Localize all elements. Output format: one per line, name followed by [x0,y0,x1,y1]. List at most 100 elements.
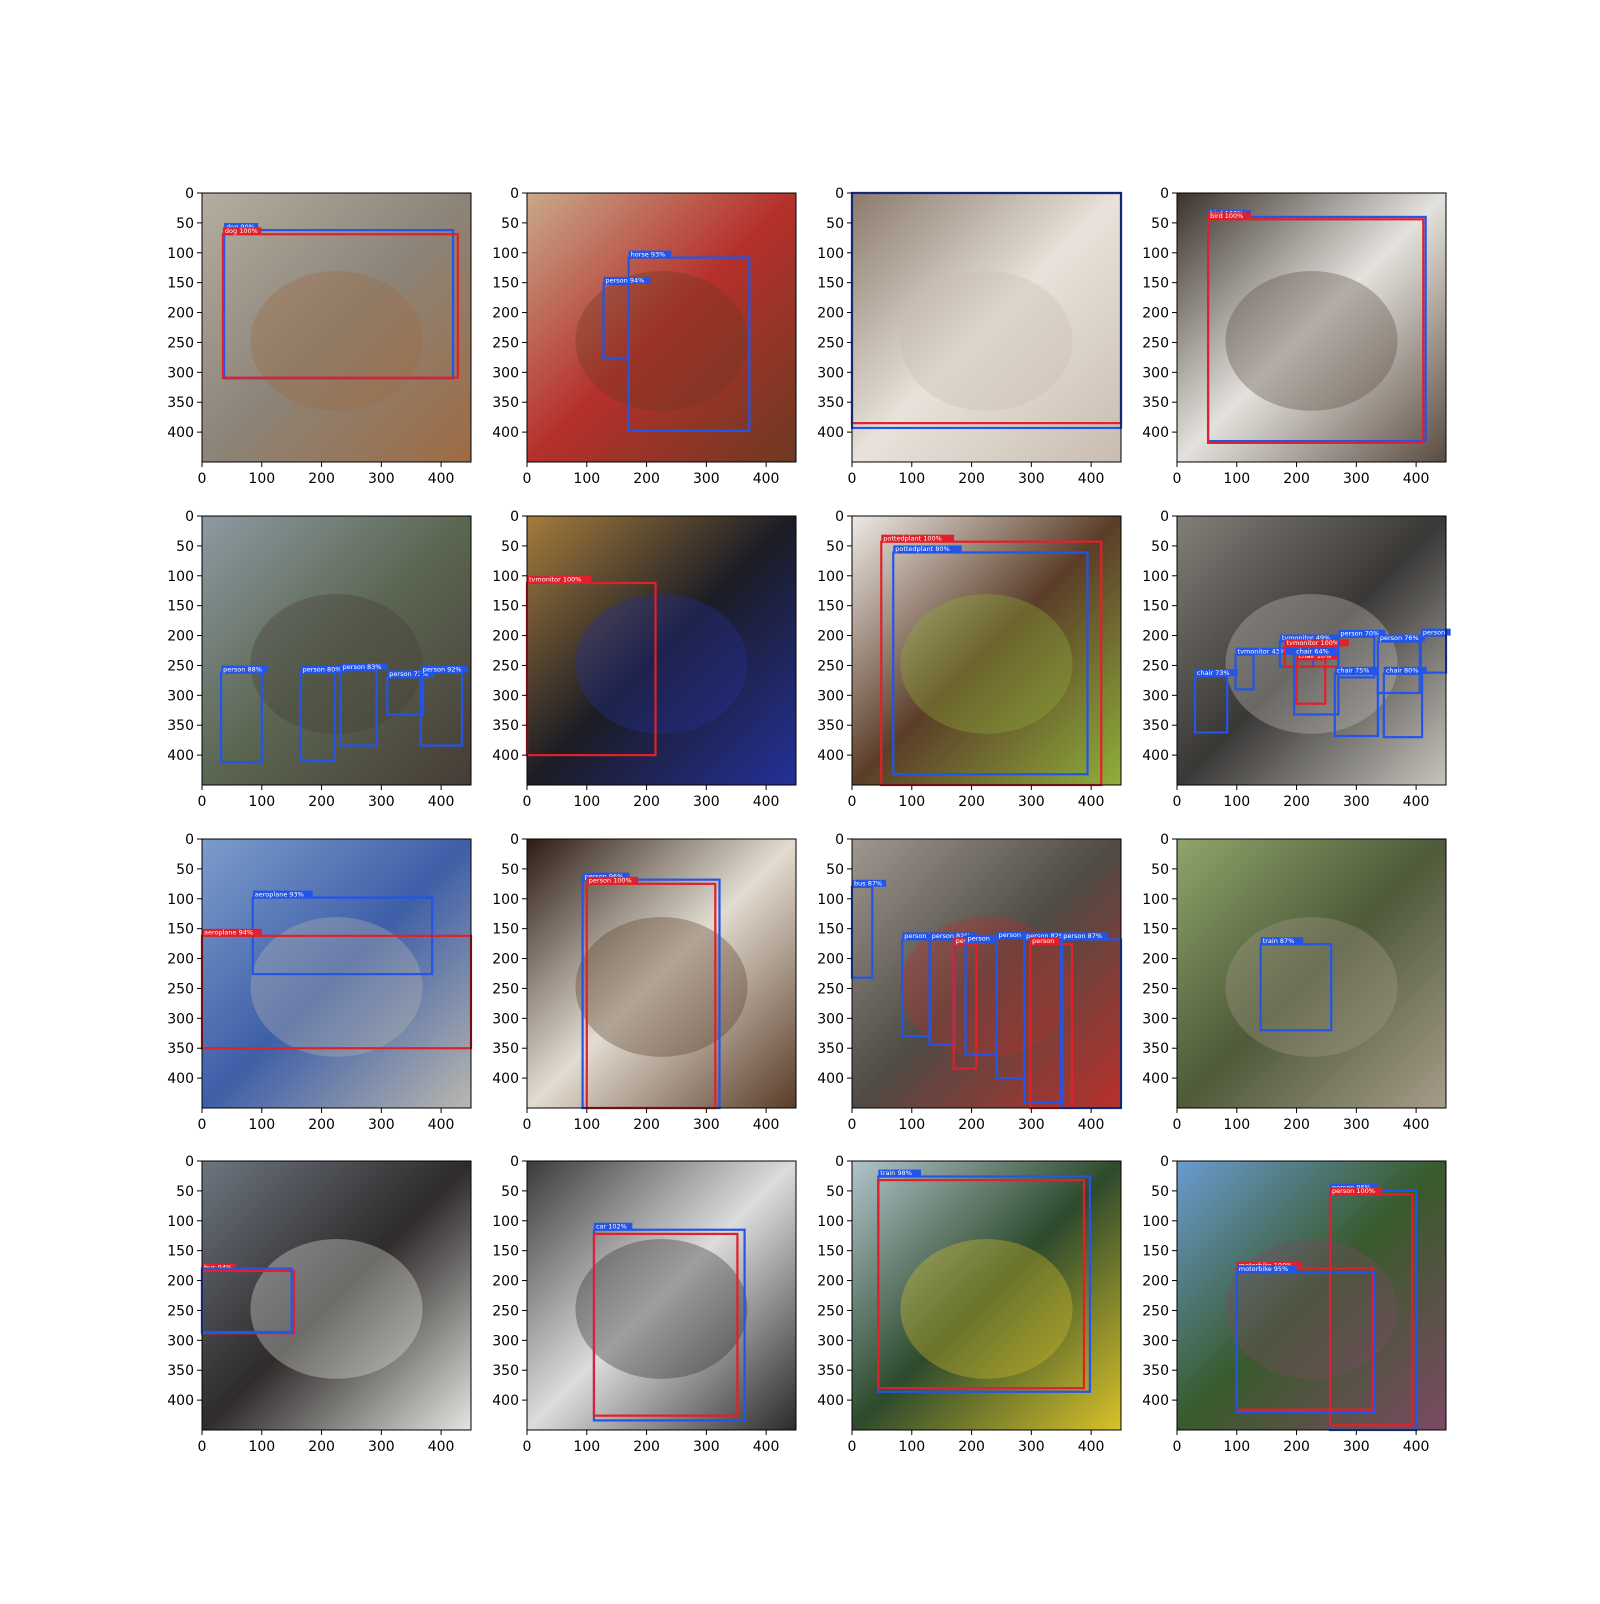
panel-8: chair 73%tvmonitor 43%tvmonitor 49%tvmon… [1142,509,1451,810]
x-tick-label: 0 [1173,1439,1182,1455]
y-tick-label: 50 [1151,1184,1169,1200]
photo-subject [1225,594,1398,734]
y-tick-label: 250 [492,335,519,351]
y-tick-label: 150 [167,1244,194,1260]
x-tick-label: 200 [308,794,335,810]
y-tick-label: 100 [167,246,194,262]
x-tick-label: 0 [848,794,857,810]
y-tick-label: 0 [185,186,194,202]
x-tick-label: 0 [198,1117,207,1133]
x-tick-label: 400 [753,471,780,487]
box-label: bird 100% [1210,212,1243,220]
x-tick-label: 200 [308,471,335,487]
y-tick-label: 50 [176,1184,194,1200]
x-tick-label: 100 [248,1439,275,1455]
box-label: chair 73% [1197,669,1230,677]
y-tick-label: 350 [817,1041,844,1057]
x-tick-label: 200 [1283,471,1310,487]
y-tick-label: 400 [1142,748,1169,764]
box-label: motorbike 95% [1239,1265,1288,1273]
x-tick-label: 200 [308,1117,335,1133]
box-label: train 98% [880,1169,912,1177]
y-tick-label: 300 [817,1011,844,1027]
box-label: pottedplant 80% [895,545,949,553]
y-tick-label: 400 [492,1393,519,1409]
box-label: chair 80% [1386,667,1419,675]
y-tick-label: 250 [817,981,844,997]
y-tick-label: 250 [492,1303,519,1319]
photo-subject [1225,917,1398,1057]
y-tick-label: 400 [817,1071,844,1087]
y-tick-label: 150 [1142,1244,1169,1260]
box-label: car 102% [596,1222,627,1230]
x-tick-label: 300 [693,471,720,487]
box-label: person [1423,628,1445,636]
x-tick-label: 300 [693,1117,720,1133]
x-tick-label: 0 [198,794,207,810]
y-tick-label: 0 [510,186,519,202]
y-tick-label: 150 [1142,599,1169,615]
y-tick-label: 100 [492,246,519,262]
x-tick-label: 100 [1223,794,1250,810]
y-tick-label: 150 [1142,276,1169,292]
x-tick-label: 100 [248,794,275,810]
y-tick-label: 200 [1142,629,1169,645]
y-tick-label: 400 [492,425,519,441]
x-tick-label: 300 [1018,471,1045,487]
y-tick-label: 100 [492,569,519,585]
y-tick-label: 50 [826,1184,844,1200]
box-label: person 83% [343,663,382,671]
y-tick-label: 50 [501,216,519,232]
panel-2: horse 93% person 94% 0 50 100 150 200 250 300 350… [492,186,797,487]
box-label: train 87% [1263,937,1295,945]
y-tick-label: 0 [510,1154,519,1170]
photo-subject [250,1239,423,1379]
y-tick-label: 350 [492,395,519,411]
y-tick-label: 300 [1142,1011,1169,1027]
x-tick-label: 300 [1018,794,1045,810]
x-tick-label: 100 [898,471,925,487]
x-tick-label: 400 [1078,794,1105,810]
y-tick-label: 0 [185,832,194,848]
x-tick-label: 100 [573,1117,600,1133]
y-tick-label: 350 [492,718,519,734]
box-label: person 80% [303,665,342,673]
x-tick-label: 300 [368,1439,395,1455]
y-tick-label: 250 [817,335,844,351]
y-tick-label: 300 [1142,1333,1169,1349]
panel-1: dog 90%dog 100%0501001502002503003504000… [167,186,472,487]
y-tick-label: 100 [1142,1214,1169,1230]
x-tick-label: 100 [573,471,600,487]
x-tick-label: 300 [693,794,720,810]
x-tick-label: 0 [848,1439,857,1455]
y-tick-label: 350 [1142,1041,1169,1057]
y-tick-label: 200 [817,1274,844,1290]
y-tick-label: 200 [492,629,519,645]
photo-subject [1225,1239,1398,1379]
y-tick-label: 350 [167,718,194,734]
x-tick-label: 100 [1223,1117,1250,1133]
x-tick-label: 100 [898,1117,925,1133]
y-tick-label: 350 [817,395,844,411]
x-tick-label: 200 [1283,1439,1310,1455]
photo-subject [250,594,423,734]
y-tick-label: 250 [817,1303,844,1319]
y-tick-label: 0 [835,509,844,525]
y-tick-label: 200 [817,629,844,645]
y-tick-label: 250 [1142,658,1169,674]
photo-subject [575,594,748,734]
panel-13: bus 94%0501001502002503003504000 100 200 30… [167,1154,472,1455]
y-tick-label: 100 [167,1214,194,1230]
y-tick-label: 400 [817,425,844,441]
box-label: dog 100% [225,227,258,235]
x-tick-label: 400 [1403,794,1430,810]
x-tick-label: 200 [633,794,660,810]
x-tick-label: 200 [1283,794,1310,810]
y-tick-label: 250 [167,658,194,674]
box-label: person 70% [1340,629,1379,637]
figure-canvas: dog 90%dog 100%0501001502002503003504000… [167,186,1451,1455]
y-tick-label: 400 [167,1071,194,1087]
y-tick-label: 100 [817,1214,844,1230]
y-tick-label: 200 [167,952,194,968]
y-tick-label: 350 [1142,718,1169,734]
